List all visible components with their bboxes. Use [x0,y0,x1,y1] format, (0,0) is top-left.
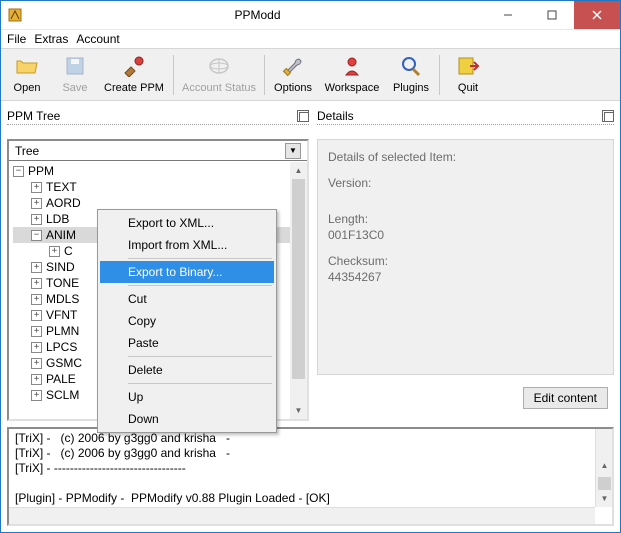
scroll-thumb[interactable] [292,179,305,379]
menu-account[interactable]: Account [76,32,119,46]
scroll-up-icon[interactable]: ▲ [596,457,613,474]
scroll-down-icon[interactable]: ▼ [596,490,613,507]
length-value: 001F13C0 [328,228,603,242]
expand-icon[interactable]: + [31,374,42,385]
minimize-button[interactable] [486,1,530,29]
maximize-button[interactable] [530,1,574,29]
expand-icon[interactable]: + [31,182,42,193]
tree-node[interactable]: +TEXT [13,179,303,195]
expand-icon[interactable]: + [31,358,42,369]
menu-file[interactable]: File [7,32,26,46]
user-icon [340,55,364,80]
expand-icon[interactable]: + [31,278,42,289]
log-line: [TriX] - -------------------------------… [15,461,186,475]
toolbar: Open Save Create PPM Account Status Opti… [1,49,620,101]
expand-icon[interactable]: + [31,310,42,321]
popout-icon[interactable] [602,110,614,122]
workspace-button[interactable]: Workspace [317,50,387,100]
chevron-down-icon: ▼ [285,143,301,159]
log-scrollbar-horizontal[interactable] [9,507,595,524]
ctx-separator [128,258,272,259]
ctx-cut[interactable]: Cut [100,288,274,310]
checksum-label: Checksum: [328,254,603,268]
log-output: [TriX] - (c) 2006 by g3gg0 and krisha - … [7,427,614,526]
ctx-separator [128,356,272,357]
ctx-delete[interactable]: Delete [100,359,274,381]
scroll-up-icon[interactable]: ▲ [290,162,307,179]
details-panel: Details Details of selected Item: Versio… [317,107,614,421]
expand-icon[interactable]: + [31,326,42,337]
log-line: [TriX] - (c) 2006 by g3gg0 and krisha - [15,431,230,445]
log-line: [Plugin] - PPModify - PPModify v0.88 Plu… [15,491,330,505]
ctx-up[interactable]: Up [100,386,274,408]
log-scrollbar-vertical[interactable]: ▲ ▼ [595,429,612,507]
length-label: Length: [328,212,603,226]
folder-icon [15,55,39,80]
details-header: Details of selected Item: [328,150,603,164]
globe-icon [206,55,232,80]
ctx-separator [128,285,272,286]
expand-icon[interactable]: + [31,342,42,353]
collapse-icon[interactable]: − [13,166,24,177]
tree-node-root[interactable]: − PPM [13,163,303,179]
tree-dropdown[interactable]: Tree ▼ [9,141,307,161]
window-title: PPModd [29,8,486,22]
close-button[interactable] [574,1,620,29]
app-window: PPModd File Extras Account Open Save Cre… [0,0,621,533]
expand-icon[interactable]: + [31,198,42,209]
edit-content-button[interactable]: Edit content [523,387,608,409]
tools-icon [121,55,147,80]
menu-extras[interactable]: Extras [34,32,68,46]
ctx-copy[interactable]: Copy [100,310,274,332]
collapse-icon[interactable]: − [31,230,42,241]
toolbar-divider [173,55,174,95]
ctx-down[interactable]: Down [100,408,274,430]
ctx-export-xml[interactable]: Export to XML... [100,212,274,234]
quit-button[interactable]: Quit [444,50,492,100]
popout-icon[interactable] [297,110,309,122]
open-button[interactable]: Open [3,50,51,100]
ctx-separator [128,383,272,384]
expand-icon[interactable]: + [49,246,60,257]
expand-icon[interactable]: + [31,390,42,401]
create-ppm-button[interactable]: Create PPM [99,50,169,100]
ctx-paste[interactable]: Paste [100,332,274,354]
checksum-value: 44354267 [328,270,603,284]
app-icon [1,7,29,23]
plugins-button[interactable]: Plugins [387,50,435,100]
exit-icon [456,55,480,80]
toolbar-divider [264,55,265,95]
scroll-down-icon[interactable]: ▼ [290,402,307,419]
panel-title: PPM Tree [7,109,297,123]
magnify-icon [399,55,423,80]
panel-title: Details [317,109,602,123]
save-button[interactable]: Save [51,50,99,100]
expand-icon[interactable]: + [31,262,42,273]
wrench-icon [281,55,305,80]
context-menu: Export to XML... Import from XML... Expo… [97,209,277,433]
ctx-export-binary[interactable]: Export to Binary... [100,261,274,283]
details-box: Details of selected Item: Version: Lengt… [317,139,614,375]
expand-icon[interactable]: + [31,294,42,305]
version-label: Version: [328,176,603,190]
save-icon [63,55,87,80]
log-line: [TriX] - (c) 2006 by g3gg0 and krisha - [15,446,230,460]
titlebar: PPModd [1,1,620,30]
content-area: PPM Tree Tree ▼ − PPM +TEXT +AORD +LDB −… [1,101,620,427]
tree-scrollbar[interactable]: ▲ ▼ [290,162,307,419]
ctx-import-xml[interactable]: Import from XML... [100,234,274,256]
account-status-button[interactable]: Account Status [178,50,260,100]
toolbar-divider [439,55,440,95]
options-button[interactable]: Options [269,50,317,100]
menubar: File Extras Account [1,30,620,49]
expand-icon[interactable]: + [31,214,42,225]
